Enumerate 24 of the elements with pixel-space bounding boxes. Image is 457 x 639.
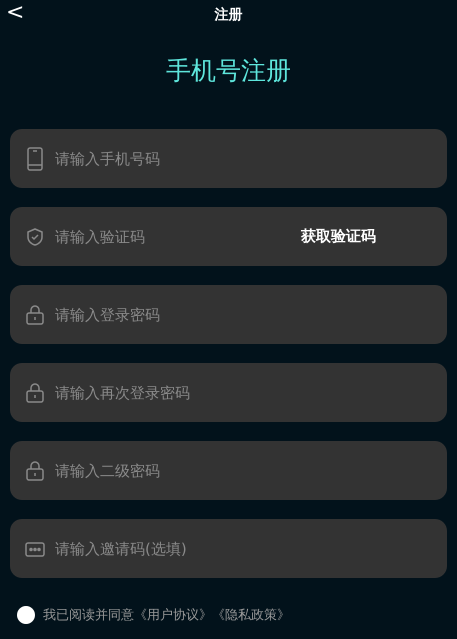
policy-link[interactable]: 《隐私政策》 bbox=[212, 608, 290, 623]
input-box[interactable]: 请输入邀请码(选填) bbox=[10, 519, 447, 578]
agree-checkbox[interactable] bbox=[17, 606, 35, 624]
input-box[interactable]: 请输入二级密码 bbox=[10, 441, 447, 500]
code-field[interactable]: 请输入验证码 获取验证码 bbox=[10, 207, 447, 266]
lock-icon bbox=[25, 380, 45, 404]
lock-icon bbox=[25, 458, 45, 482]
lock-icon bbox=[25, 302, 45, 326]
input-box[interactable]: 请输入登录密码 bbox=[10, 285, 447, 344]
input-box[interactable]: 请输入手机号码 bbox=[10, 129, 447, 188]
input-field[interactable]: 请输入二级密码 bbox=[53, 460, 432, 480]
heading: 手机号注册 bbox=[165, 55, 292, 87]
page-title: 注册 bbox=[214, 6, 242, 24]
input-field[interactable]: 请输入邀请码(选填) bbox=[53, 538, 432, 558]
get-code-button[interactable]: 获取验证码 bbox=[295, 226, 382, 247]
input-field[interactable]: 请输入登录密码 bbox=[53, 304, 432, 324]
phone-icon bbox=[25, 146, 45, 170]
input-field[interactable]: 请输入再次登录密码 bbox=[53, 382, 432, 402]
back-button[interactable]: < bbox=[2, 0, 28, 26]
input-field[interactable]: 请输入验证码 bbox=[53, 226, 287, 246]
input-box[interactable]: 请输入再次登录密码 bbox=[10, 363, 447, 422]
input-field[interactable]: 请输入手机号码 bbox=[53, 148, 432, 168]
agreement-text: 我已阅读并同意《用户协议》《隐私政策》 bbox=[43, 607, 290, 624]
policy-link[interactable]: 《用户协议》 bbox=[134, 608, 212, 623]
